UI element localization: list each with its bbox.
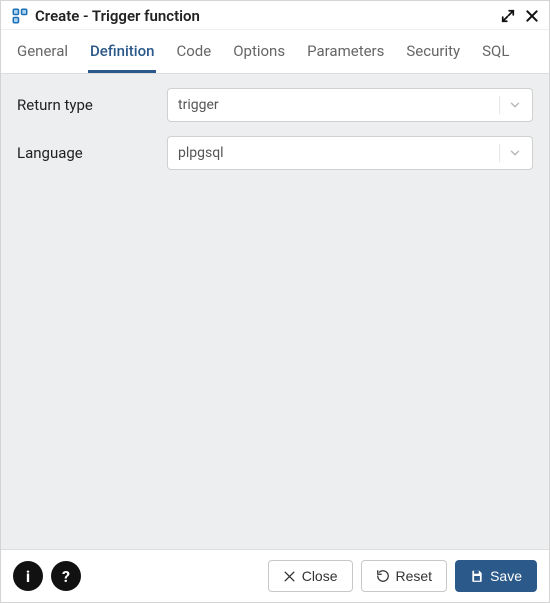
titlebar-actions — [501, 9, 539, 23]
close-button-label: Close — [302, 568, 338, 584]
tab-security[interactable]: Security — [404, 30, 462, 73]
chevron-down-icon — [499, 96, 522, 114]
save-button[interactable]: Save — [455, 560, 537, 592]
help-icon: ? — [62, 567, 70, 586]
tab-options[interactable]: Options — [231, 30, 287, 73]
expand-icon[interactable] — [501, 9, 515, 23]
reset-button-label: Reset — [396, 568, 433, 584]
save-icon — [470, 569, 484, 583]
info-icon: i — [26, 567, 30, 586]
trigger-function-icon — [11, 7, 29, 25]
language-label: Language — [17, 144, 167, 162]
chevron-down-icon — [499, 144, 522, 162]
dialog-titlebar: Create - Trigger function — [1, 1, 549, 30]
row-return-type: Return type trigger — [17, 88, 533, 122]
tab-parameters[interactable]: Parameters — [305, 30, 386, 73]
close-button[interactable]: Close — [268, 560, 353, 592]
x-icon — [283, 570, 296, 583]
row-language: Language plpgsql — [17, 136, 533, 170]
reset-button[interactable]: Reset — [361, 560, 448, 592]
dialog-title: Create - Trigger function — [35, 7, 501, 25]
reset-icon — [376, 569, 390, 583]
tab-code[interactable]: Code — [174, 30, 213, 73]
save-button-label: Save — [490, 568, 522, 584]
dialog-footer: i ? Close Reset — [1, 549, 549, 602]
tab-general[interactable]: General — [15, 30, 70, 73]
close-icon[interactable] — [525, 9, 539, 23]
help-button[interactable]: ? — [51, 561, 81, 591]
info-button[interactable]: i — [13, 561, 43, 591]
language-select[interactable]: plpgsql — [167, 136, 533, 170]
language-value: plpgsql — [178, 145, 224, 161]
dialog-tabs: General Definition Code Options Paramete… — [1, 30, 549, 74]
dialog-body: Return type trigger Language plpgsql — [1, 74, 549, 549]
tab-definition[interactable]: Definition — [88, 30, 156, 73]
return-type-select[interactable]: trigger — [167, 88, 533, 122]
tab-sql[interactable]: SQL — [480, 30, 511, 73]
return-type-value: trigger — [178, 97, 219, 113]
return-type-label: Return type — [17, 96, 167, 114]
create-trigger-function-dialog: Create - Trigger function General Defini… — [0, 0, 550, 603]
